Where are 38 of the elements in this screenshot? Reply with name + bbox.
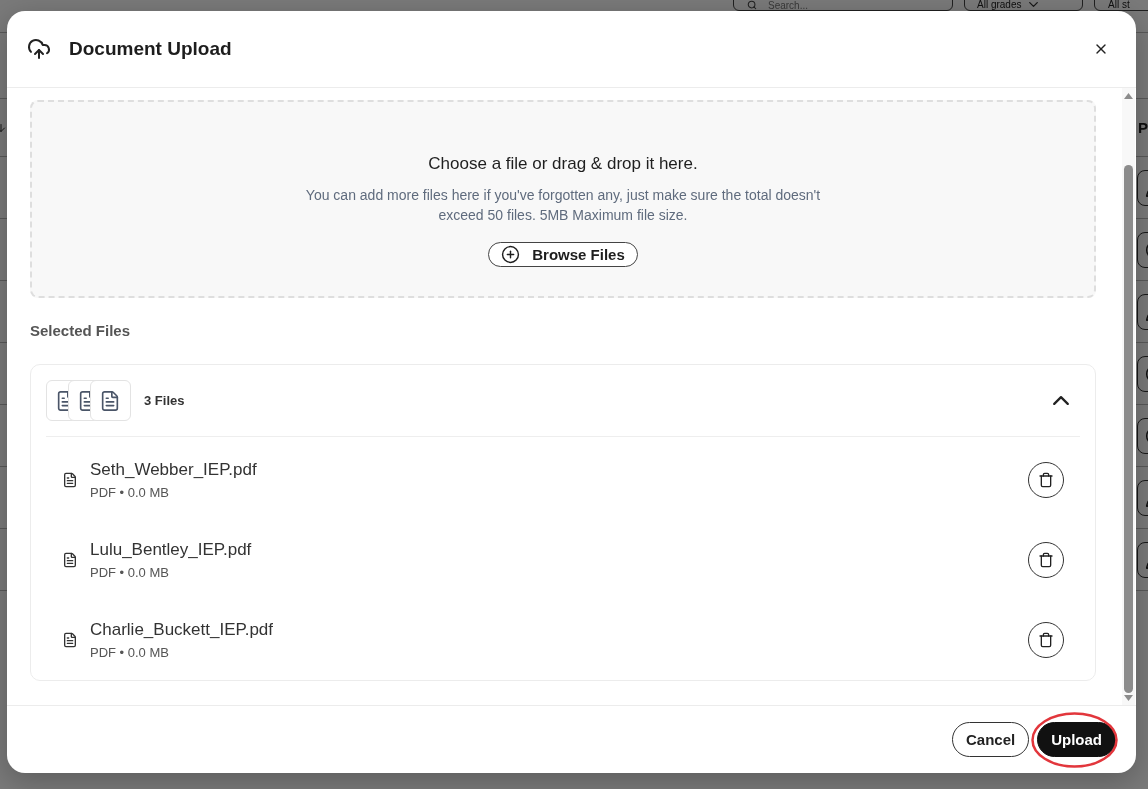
trash-icon xyxy=(1038,552,1054,568)
file-name: Charlie_Buckett_IEP.pdf xyxy=(90,618,275,641)
scrollbar-track[interactable] xyxy=(1122,88,1135,705)
dialog-title: Document Upload xyxy=(69,38,233,60)
upload-button[interactable]: Upload xyxy=(1037,722,1116,757)
drop-zone-hint: You can add more files here if you've forgotten any, just make sure the total doesn't exceed 50 files. 5MB Maximum file size. xyxy=(304,186,822,225)
search-icon xyxy=(747,0,757,10)
file-icon xyxy=(62,472,78,488)
trash-icon xyxy=(1038,472,1054,488)
section-label: Selected Files xyxy=(30,321,132,341)
file-meta: PDF • 0.0 MB xyxy=(90,643,170,662)
column-header: P xyxy=(1137,119,1148,136)
browse-files-button[interactable]: Browse Files xyxy=(488,242,638,267)
student-select[interactable]: All st xyxy=(1094,0,1148,11)
plus-circle-icon xyxy=(501,245,521,264)
cancel-button[interactable]: Cancel xyxy=(951,722,1030,757)
scrollbar-thumb[interactable] xyxy=(1124,165,1133,693)
drop-zone-heading: Choose a file or drag & drop it here. xyxy=(428,153,698,175)
chevron-up-icon xyxy=(1053,396,1069,405)
search-field[interactable]: Search... xyxy=(733,0,953,11)
file-icon xyxy=(62,552,78,568)
delete-button[interactable] xyxy=(1028,462,1064,498)
delete-button[interactable] xyxy=(1028,622,1064,658)
chevron-down-icon xyxy=(1029,2,1039,7)
grade-select[interactable]: All grades xyxy=(964,0,1083,11)
cloud-upload-icon xyxy=(27,37,51,61)
file-meta: PDF • 0.0 MB xyxy=(90,563,170,582)
file-count: 3 Files xyxy=(144,393,186,408)
trash-icon xyxy=(1038,632,1054,648)
collapse-button[interactable] xyxy=(1053,396,1069,405)
drop-zone[interactable]: Choose a file or drag & drop it here. You can add more files here if you've forgotten any, just make sure the total doesn't exceed 50 files. 5MB Maximum file size. Browse Files xyxy=(30,100,1096,298)
scroll-up-arrow-icon[interactable] xyxy=(1124,93,1133,99)
scroll-down-arrow-icon[interactable] xyxy=(1124,695,1133,701)
file-meta: PDF • 0.0 MB xyxy=(90,483,170,502)
file-name: Lulu_Bentley_IEP.pdf xyxy=(90,538,253,561)
file-icon xyxy=(62,632,78,648)
file-name: Seth_Webber_IEP.pdf xyxy=(90,458,258,481)
delete-button[interactable] xyxy=(1028,542,1064,578)
